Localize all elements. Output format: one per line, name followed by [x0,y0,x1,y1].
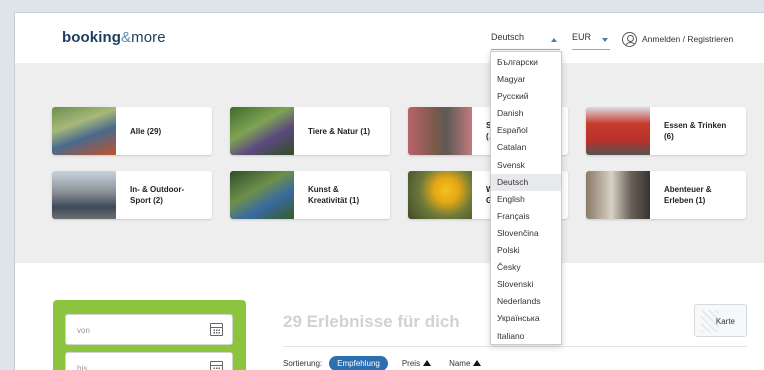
sort-label: Sortierung: [283,358,323,368]
category-image [52,107,116,155]
language-option[interactable]: Français [491,208,561,225]
category-label: Kunst & Kreativität (1) [308,185,360,205]
category-image [230,107,294,155]
login-link[interactable]: Anmelden / Registrieren [622,30,733,48]
sort-bar: Sortierung: Empfehlung Preis Name [283,355,499,370]
language-option[interactable]: Magyar [491,71,561,88]
map-button-label: Karte [715,317,735,326]
language-option[interactable]: Русский [491,88,561,105]
map-button[interactable]: Karte [694,304,747,337]
category-card-essen-trinken[interactable]: Essen & Trinken (6) [586,107,746,155]
category-label: Tiere & Natur (1) [308,126,371,136]
language-value: Deutsch [491,32,525,42]
category-card-sport[interactable]: In- & Outdoor- Sport (2) [52,171,212,219]
language-option[interactable]: Catalan [491,139,561,156]
date-to-field[interactable]: bis [65,352,233,370]
logo[interactable]: booking&more [62,29,166,46]
header: booking&more Deutsch EUR Anmelden / Regi… [15,13,764,63]
sort-ascending-icon [473,360,482,366]
page: booking&more Deutsch EUR Anmelden / Regi… [14,12,764,370]
sort-recommendation-button[interactable]: Empfehlung [329,355,388,370]
language-option[interactable]: Nederlands [491,293,561,310]
sort-price-label: Preis [401,358,421,368]
language-option[interactable]: Español [491,122,561,139]
language-dropdown: Български Magyar Русский Danish Español … [490,51,562,345]
login-label: Anmelden / Registrieren [642,34,734,44]
category-card-abenteuer[interactable]: Abenteuer & Erleben (1) [586,171,746,219]
sort-name-label: Name [449,358,471,368]
category-card-alle[interactable]: Alle (29) [52,107,212,155]
category-label: Abenteuer & Erleben (1) [664,185,712,205]
category-card-tiere-natur[interactable]: Tiere & Natur (1) [230,107,390,155]
sort-ascending-icon [423,360,432,366]
category-label: Alle (29) [130,126,162,136]
calendar-icon[interactable] [210,361,223,370]
category-image [408,171,472,219]
currency-value: EUR [572,32,592,42]
category-image [586,107,650,155]
category-label: Essen & Trinken (6) [664,121,727,141]
currency-select[interactable]: EUR [572,32,610,50]
chevron-down-icon [602,38,608,42]
sort-name-button[interactable]: Name [449,358,482,368]
language-option[interactable]: Italiano [491,328,561,345]
category-image [230,171,294,219]
language-option[interactable]: Български [491,54,561,71]
date-filter-panel: von bis [53,300,246,370]
category-card-kunst[interactable]: Kunst & Kreativität (1) [230,171,390,219]
language-option[interactable]: Svensk [491,157,561,174]
category-section: Alle (29) Tiere & Natur (1) S… (… Essen … [15,63,764,263]
calendar-icon[interactable] [210,323,223,336]
logo-amp: & [121,29,132,46]
category-image [586,171,650,219]
language-option[interactable]: English [491,191,561,208]
language-option[interactable]: Česky [491,259,561,276]
results-title: 29 Erlebnisse für dich [283,312,460,331]
language-option[interactable]: Українська [491,310,561,327]
language-option[interactable]: Danish [491,105,561,122]
language-select[interactable]: Deutsch [491,32,560,50]
user-icon [622,31,637,47]
logo-booking: booking [62,29,122,46]
date-from-placeholder: von [77,326,90,335]
language-option-selected[interactable]: Deutsch [491,173,561,191]
date-from-field[interactable]: von [65,314,233,345]
sort-price-button[interactable]: Preis [401,358,432,368]
category-image [52,171,116,219]
chevron-up-icon [551,38,557,42]
category-label: In- & Outdoor- Sport (2) [130,185,185,205]
language-option[interactable]: Slovenski [491,276,561,293]
logo-more: more [131,29,166,46]
language-option[interactable]: Slovenčina [491,225,561,242]
category-image [408,107,472,155]
divider [283,346,747,347]
language-option[interactable]: Polski [491,242,561,259]
date-to-placeholder: bis [77,364,88,370]
